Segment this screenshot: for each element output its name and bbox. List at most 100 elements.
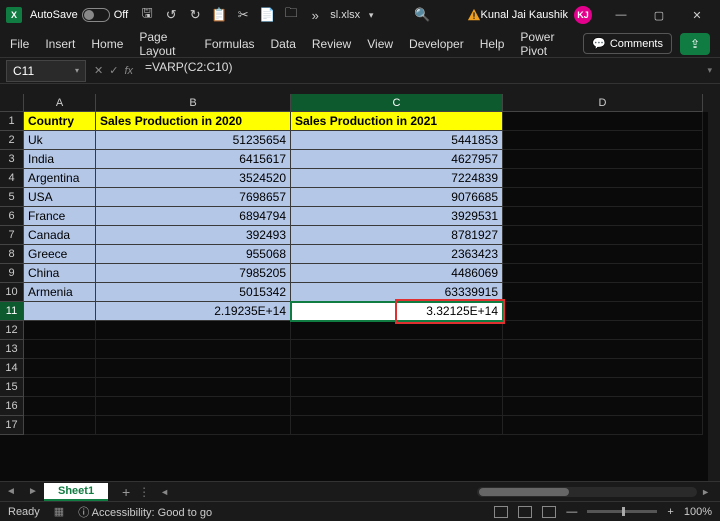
cell-A2[interactable]: Uk bbox=[24, 131, 96, 150]
cell-A12[interactable] bbox=[24, 321, 96, 340]
cell-B1[interactable]: Sales Production in 2020 bbox=[96, 112, 291, 131]
row-header-2[interactable]: 2 bbox=[0, 131, 24, 150]
cell-C12[interactable] bbox=[291, 321, 503, 340]
cell-D14[interactable] bbox=[503, 359, 703, 378]
page-layout-view-icon[interactable] bbox=[518, 506, 532, 518]
cell-A9[interactable]: China bbox=[24, 264, 96, 283]
cell-B11[interactable]: 2.19235E+14 bbox=[96, 302, 291, 321]
cell-C13[interactable] bbox=[291, 340, 503, 359]
cell-B9[interactable]: 7985205 bbox=[96, 264, 291, 283]
cell-B6[interactable]: 6894794 bbox=[96, 207, 291, 226]
cell-D2[interactable] bbox=[503, 131, 703, 150]
cell-A10[interactable]: Armenia bbox=[24, 283, 96, 302]
ribbon-tab-formulas[interactable]: Formulas bbox=[205, 37, 255, 51]
cell-D9[interactable] bbox=[503, 264, 703, 283]
ribbon-tab-data[interactable]: Data bbox=[271, 37, 296, 51]
cell-C1[interactable]: Sales Production in 2021 bbox=[291, 112, 503, 131]
cell-D16[interactable] bbox=[503, 397, 703, 416]
normal-view-icon[interactable] bbox=[494, 506, 508, 518]
ribbon-tab-review[interactable]: Review bbox=[312, 37, 351, 51]
select-all-corner[interactable] bbox=[0, 94, 24, 112]
row-header-10[interactable]: 10 bbox=[0, 283, 24, 302]
sheet-nav-next[interactable]: ► bbox=[22, 486, 44, 497]
cell-A15[interactable] bbox=[24, 378, 96, 397]
row-header-12[interactable]: 12 bbox=[0, 321, 24, 340]
column-header-B[interactable]: B bbox=[96, 94, 291, 112]
cell-C16[interactable] bbox=[291, 397, 503, 416]
cell-B7[interactable]: 392493 bbox=[96, 226, 291, 245]
cell-A14[interactable] bbox=[24, 359, 96, 378]
comments-button[interactable]: 💬 Comments bbox=[583, 33, 672, 54]
overflow-icon[interactable]: » bbox=[308, 8, 322, 22]
formula-expand-icon[interactable]: ▾ bbox=[699, 65, 720, 76]
cell-A7[interactable]: Canada bbox=[24, 226, 96, 245]
cancel-formula-icon[interactable]: ✕ bbox=[94, 64, 103, 77]
undo-icon[interactable]: ↺ bbox=[164, 8, 178, 22]
ribbon-tab-developer[interactable]: Developer bbox=[409, 37, 464, 51]
scroll-left-icon[interactable]: ◄ bbox=[160, 487, 169, 497]
cell-D15[interactable] bbox=[503, 378, 703, 397]
redo-icon[interactable]: ↻ bbox=[188, 8, 202, 22]
cell-B8[interactable]: 955068 bbox=[96, 245, 291, 264]
row-header-11[interactable]: 11 bbox=[0, 302, 24, 321]
clipboard-icon[interactable]: 📋 bbox=[212, 8, 226, 22]
row-header-5[interactable]: 5 bbox=[0, 188, 24, 207]
cell-A16[interactable] bbox=[24, 397, 96, 416]
cell-B15[interactable] bbox=[96, 378, 291, 397]
cell-A8[interactable]: Greece bbox=[24, 245, 96, 264]
ribbon-tab-insert[interactable]: Insert bbox=[45, 37, 75, 51]
ribbon-tab-view[interactable]: View bbox=[367, 37, 393, 51]
cell-A1[interactable]: Country bbox=[24, 112, 96, 131]
zoom-in-button[interactable]: + bbox=[667, 506, 673, 518]
paste-icon[interactable]: 📄 bbox=[260, 8, 274, 22]
maximize-button[interactable]: ▢ bbox=[642, 3, 676, 27]
fx-icon[interactable]: fx bbox=[124, 65, 133, 77]
chevron-down-icon[interactable]: ▾ bbox=[364, 8, 378, 22]
cell-C3[interactable]: 4627957 bbox=[291, 150, 503, 169]
folder-icon[interactable]: 🗀 bbox=[284, 8, 298, 22]
name-box[interactable]: C11 ▾ bbox=[6, 60, 86, 82]
cell-C6[interactable]: 3929531 bbox=[291, 207, 503, 226]
row-header-15[interactable]: 15 bbox=[0, 378, 24, 397]
cell-B13[interactable] bbox=[96, 340, 291, 359]
ribbon-tab-pagelayout[interactable]: Page Layout bbox=[139, 30, 188, 58]
cell-B4[interactable]: 3524520 bbox=[96, 169, 291, 188]
cell-D4[interactable] bbox=[503, 169, 703, 188]
row-header-1[interactable]: 1 bbox=[0, 112, 24, 131]
cell-D7[interactable] bbox=[503, 226, 703, 245]
cell-D3[interactable] bbox=[503, 150, 703, 169]
cell-D6[interactable] bbox=[503, 207, 703, 226]
cell-D13[interactable] bbox=[503, 340, 703, 359]
cell-B2[interactable]: 51235654 bbox=[96, 131, 291, 150]
ribbon-tab-powerpivot[interactable]: Power Pivot bbox=[520, 30, 567, 58]
cell-C7[interactable]: 8781927 bbox=[291, 226, 503, 245]
cell-D17[interactable] bbox=[503, 416, 703, 435]
cell-A5[interactable]: USA bbox=[24, 188, 96, 207]
toggle-switch-icon[interactable] bbox=[82, 8, 110, 22]
accessibility-status[interactable]: ⓘ Accessibility: Good to go bbox=[78, 504, 212, 520]
row-header-16[interactable]: 16 bbox=[0, 397, 24, 416]
cell-C14[interactable] bbox=[291, 359, 503, 378]
save-icon[interactable]: 🖫 bbox=[140, 8, 154, 22]
share-button[interactable]: ⇪ bbox=[680, 33, 710, 55]
ribbon-tab-file[interactable]: File bbox=[10, 37, 29, 51]
cell-A17[interactable] bbox=[24, 416, 96, 435]
row-header-3[interactable]: 3 bbox=[0, 150, 24, 169]
cell-B12[interactable] bbox=[96, 321, 291, 340]
row-header-4[interactable]: 4 bbox=[0, 169, 24, 188]
cell-C11[interactable]: 3.32125E+14 bbox=[291, 302, 503, 321]
cell-C9[interactable]: 4486069 bbox=[291, 264, 503, 283]
autosave-toggle[interactable]: AutoSave Off bbox=[30, 8, 128, 22]
search-icon[interactable]: 🔍 bbox=[415, 8, 429, 22]
zoom-out-button[interactable]: ― bbox=[566, 506, 577, 518]
row-header-9[interactable]: 9 bbox=[0, 264, 24, 283]
cell-C8[interactable]: 2363423 bbox=[291, 245, 503, 264]
column-header-C[interactable]: C bbox=[291, 94, 503, 112]
column-header-A[interactable]: A bbox=[24, 94, 96, 112]
row-header-17[interactable]: 17 bbox=[0, 416, 24, 435]
cell-C10[interactable]: 63339915 bbox=[291, 283, 503, 302]
cell-B3[interactable]: 6415617 bbox=[96, 150, 291, 169]
add-sheet-button[interactable]: + bbox=[114, 484, 138, 500]
row-header-7[interactable]: 7 bbox=[0, 226, 24, 245]
cell-C15[interactable] bbox=[291, 378, 503, 397]
